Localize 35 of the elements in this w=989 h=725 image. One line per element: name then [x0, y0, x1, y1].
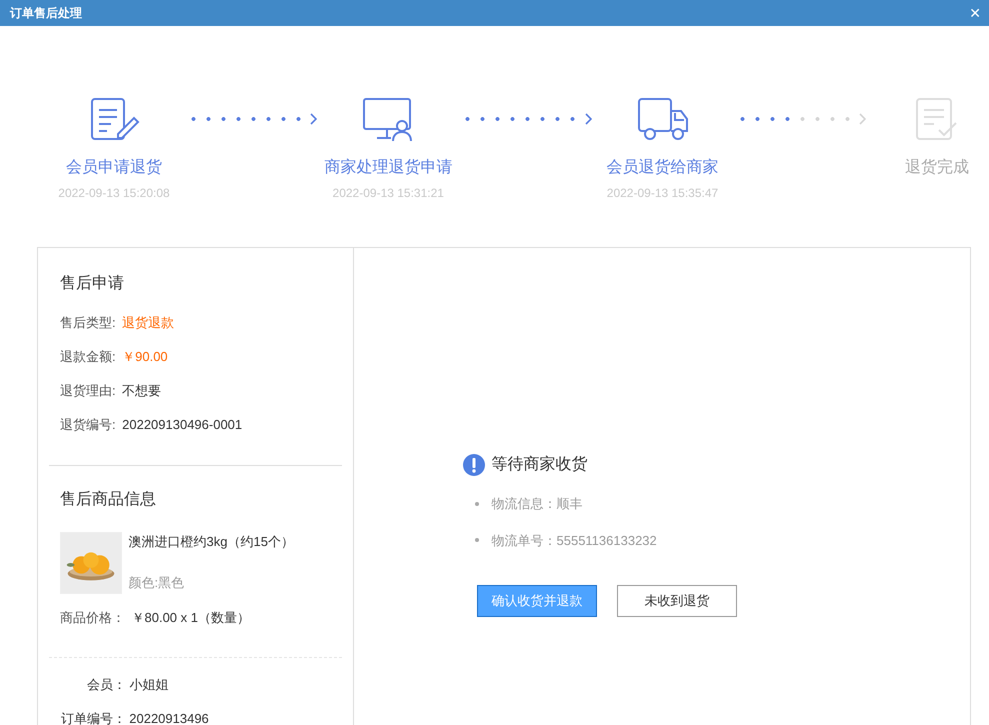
status-title: 等待商家收货 [492, 454, 588, 475]
action-button[interactable]: 未收到退货 [617, 585, 737, 617]
bullet-icon [475, 538, 479, 542]
chevron-right-icon [584, 113, 592, 125]
field-label: 售后类型: [60, 314, 116, 330]
chevron-right-icon [858, 113, 866, 125]
step-label: 会员退货给商家 [606, 158, 718, 178]
field-label: 商品价格： [60, 609, 125, 625]
field-value: 20220913496 [129, 710, 209, 725]
field-value: 不想要 [122, 382, 162, 398]
window-title: 订单售后处理 [10, 5, 82, 22]
chevron-right-icon [310, 113, 318, 125]
info-text: 物流单号：55551136133232 [492, 532, 657, 550]
exclamation-icon [463, 454, 485, 476]
step-label: 退货完成 [904, 158, 969, 178]
field-label: 会员： [86, 676, 126, 692]
field-label: 退货理由: [60, 382, 116, 398]
field-value: 202209130496-0001 [122, 416, 242, 432]
step-label: 会员申请退货 [66, 158, 162, 178]
field-label: 订单编号： [60, 710, 126, 725]
field-value: 小姐姐 [129, 676, 168, 692]
section-title: 售后申请 [60, 274, 125, 294]
field-value: 退货退款 [122, 314, 174, 330]
bullet-icon [475, 502, 479, 506]
close-button[interactable]: ✕ [969, 6, 981, 20]
field-label: 退款金额: [60, 348, 116, 364]
info-text: 物流信息：顺丰 [492, 495, 582, 513]
section-title: 售后商品信息 [60, 490, 157, 510]
field-value: ￥80.00 x 1（数量） [132, 609, 250, 625]
field-value: ￥90.00 [122, 348, 168, 364]
step-label: 商家处理退货申请 [324, 158, 452, 178]
product-name: 澳洲进口橙约3kg（约15个） [128, 533, 294, 551]
confirm-button[interactable]: 确认收货并退款 [477, 585, 597, 617]
field-label: 退货编号: [60, 416, 116, 432]
product-variant: 颜色:黑色 [128, 574, 186, 592]
